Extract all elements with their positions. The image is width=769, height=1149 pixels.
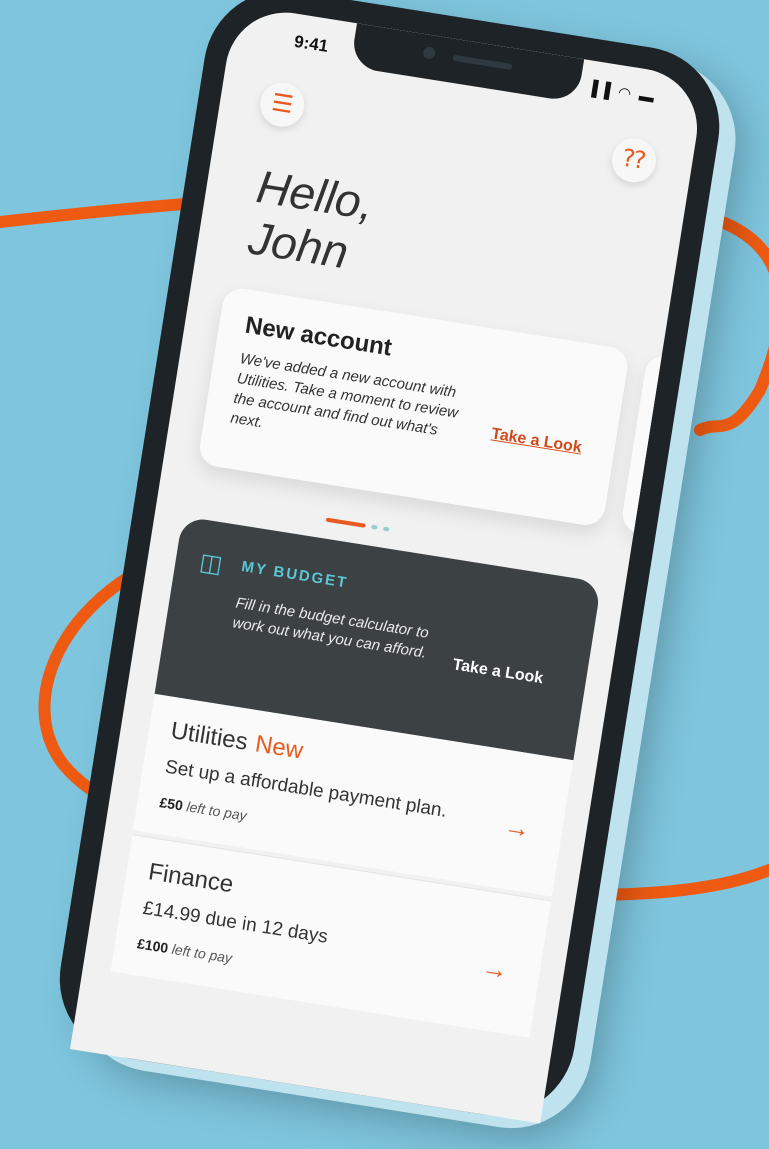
budget-title: MY BUDGET bbox=[240, 558, 350, 592]
carousel-indicator[interactable] bbox=[325, 509, 397, 538]
wallet-icon: ◫ bbox=[197, 548, 225, 579]
amount-left: £50 left to pay bbox=[158, 794, 247, 824]
amount-value: £50 bbox=[158, 794, 185, 814]
menu-icon: ☰ bbox=[269, 89, 296, 120]
menu-button[interactable]: ☰ bbox=[257, 79, 308, 130]
budget-body: Fill in the budget calculator to work ou… bbox=[231, 594, 430, 662]
arrow-right-icon[interactable]: → bbox=[502, 810, 532, 845]
phone-mockup: 9:41 ▐▐ ◠ ▬ ☰ ⁇ Hello, John New account … bbox=[0, 0, 769, 1139]
amount-value: £100 bbox=[136, 935, 170, 957]
next-card-peek[interactable] bbox=[619, 352, 688, 537]
account-name-wrap: Utilities New bbox=[169, 717, 305, 766]
phone-notch bbox=[350, 23, 585, 103]
amount-left: £100 left to pay bbox=[136, 935, 233, 966]
help-button[interactable]: ⁇ bbox=[608, 135, 660, 186]
phone-screen: 9:41 ▐▐ ◠ ▬ ☰ ⁇ Hello, John New account … bbox=[69, 4, 706, 1124]
camera-icon bbox=[422, 46, 437, 60]
amount-label: left to pay bbox=[185, 798, 248, 824]
greeting: Hello, John bbox=[245, 160, 377, 281]
arrow-right-icon[interactable]: → bbox=[479, 952, 510, 987]
carousel-dot[interactable] bbox=[371, 524, 378, 530]
help-chat-icon: ⁇ bbox=[621, 144, 648, 175]
account-name: Finance bbox=[146, 858, 236, 899]
carousel-dot[interactable] bbox=[382, 526, 390, 532]
new-account-take-a-look-link[interactable]: Take a Look bbox=[490, 425, 583, 457]
amount-label: left to pay bbox=[170, 940, 234, 967]
card-body: We've added a new account with Utilities… bbox=[229, 350, 460, 439]
carousel-dot-active[interactable] bbox=[325, 517, 366, 528]
account-name: Utilities bbox=[168, 717, 250, 756]
phone-frame: 9:41 ▐▐ ◠ ▬ ☰ ⁇ Hello, John New account … bbox=[48, 0, 731, 1127]
new-account-card: New account We've added a new account wi… bbox=[197, 285, 631, 528]
speaker-icon bbox=[452, 54, 513, 71]
status-time: 9:41 bbox=[292, 31, 330, 56]
status-indicators-icon: ▐▐ ◠ ▬ bbox=[585, 79, 658, 107]
budget-take-a-look-link[interactable]: Take a Look bbox=[451, 656, 545, 688]
new-badge: New bbox=[253, 730, 305, 765]
